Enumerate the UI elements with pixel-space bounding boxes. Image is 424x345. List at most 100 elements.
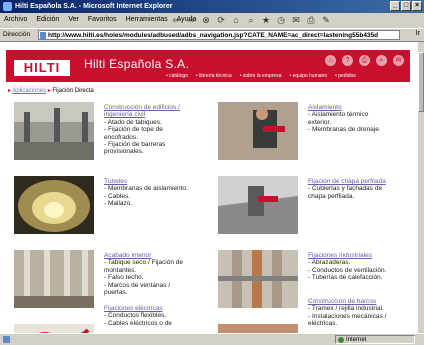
- category-aislamiento: Aislamiento - Aislamiento térmico exteri…: [308, 104, 381, 134]
- breadcrumb-link[interactable]: Aplicaciones: [12, 88, 46, 94]
- mail-icon[interactable]: ✉: [393, 55, 404, 66]
- category-title[interactable]: Construcción de barcos: [308, 298, 386, 305]
- category-item: chapa perfilada.: [308, 192, 355, 200]
- nav-equipo[interactable]: • equipo humano: [289, 73, 327, 79]
- edit-icon[interactable]: ✎: [320, 14, 332, 26]
- category-acabado: Acabado interior - Tabique seco / Fijaci…: [104, 252, 183, 296]
- category-item: - Cables eléctricos o de: [104, 319, 172, 327]
- category-title[interactable]: Aislamiento: [308, 104, 381, 111]
- menu-herramientas[interactable]: Herramientas: [126, 16, 168, 23]
- menu-favoritos[interactable]: Favoritos: [88, 16, 117, 23]
- category-item: - Cables.: [104, 192, 131, 200]
- nav-pedidos[interactable]: • pedidos: [335, 73, 356, 79]
- vertical-scrollbar[interactable]: [418, 42, 424, 333]
- tunnel-image[interactable]: [14, 176, 94, 234]
- industrial-fixing-image[interactable]: [218, 250, 298, 308]
- breadcrumb-current: Fijación Directa: [52, 88, 94, 94]
- category-electricas: Fijaciones eléctricas - Conductos flexib…: [104, 305, 172, 327]
- category-item: - Conductos de ventilación.: [308, 266, 387, 274]
- go-button[interactable]: Ir: [416, 30, 420, 37]
- insulation-image[interactable]: [218, 102, 298, 160]
- category-item: - Falso techo.: [104, 274, 144, 282]
- category-title[interactable]: Fijaciones eléctricas: [104, 305, 172, 312]
- category-item: - Instalaciones mecánicas /: [308, 312, 387, 320]
- category-title[interactable]: Fijación de chapa perfilada: [308, 178, 386, 185]
- category-item: - Tabique seco / Fijación de: [104, 259, 184, 267]
- help-icon[interactable]: ?: [342, 55, 353, 66]
- history-icon[interactable]: ◷: [275, 14, 287, 26]
- search-icon[interactable]: ⌕: [376, 55, 387, 66]
- page-done-icon: [3, 336, 10, 343]
- print-icon[interactable]: ⎙: [305, 14, 317, 26]
- nav-catalogo[interactable]: • catálogo: [166, 73, 188, 79]
- category-industriales: Fijaciones industriales - Abrazaderas. -…: [308, 252, 386, 282]
- globe-icon: [338, 337, 344, 343]
- nav-empresa[interactable]: • sobre la empresa: [240, 73, 282, 79]
- shipbuilding-image[interactable]: [218, 324, 298, 333]
- zone-label: Internet: [346, 337, 367, 343]
- interior-finish-image[interactable]: [14, 250, 94, 308]
- home-icon[interactable]: ⌂: [325, 55, 336, 66]
- electrical-image[interactable]: [14, 324, 94, 333]
- window-title: Hilti Española S.A. - Microsoft Internet…: [15, 3, 173, 10]
- scrollbar-thumb[interactable]: [418, 52, 424, 112]
- category-item: - Membranas de aislamiento.: [104, 185, 188, 193]
- page-icon: [40, 32, 46, 39]
- category-item: - Cubiertas y fachadas de: [308, 185, 383, 193]
- address-bar: Dirección http://www.hilti.es/holes/modu…: [0, 28, 424, 42]
- category-construccion: Construcción de edificios / ingeniería c…: [104, 104, 180, 156]
- category-barcos: Construcción de barcos - Tramex / rejill…: [308, 298, 386, 328]
- menu-ver[interactable]: Ver: [68, 16, 79, 23]
- category-item: encofrados.: [104, 133, 138, 141]
- ie-icon: [3, 2, 12, 11]
- home-icon[interactable]: ⌂: [230, 14, 242, 26]
- category-item: - Mallazo.: [104, 200, 133, 208]
- site-header: HILTI Hilti Española S.A. ⌂ ? ⎙ ⌕ ✉ • ca…: [6, 50, 410, 82]
- category-item: - Fijación de tope de: [104, 126, 163, 134]
- address-input[interactable]: http://www.hilti.es/holes/modules/adbuse…: [38, 30, 400, 40]
- category-item: puertas.: [104, 289, 128, 297]
- category-item: - Conductos flexibles.: [104, 312, 167, 320]
- back-icon[interactable]: ⇦: [170, 14, 182, 26]
- print-icon[interactable]: ⎙: [359, 55, 370, 66]
- address-label: Dirección: [3, 31, 31, 38]
- category-title[interactable]: ingeniería civil: [104, 111, 180, 118]
- category-item: - Marcos de ventanas /: [104, 281, 171, 289]
- profiled-sheet-image[interactable]: [218, 176, 298, 234]
- maximize-button[interactable]: □: [401, 1, 411, 11]
- category-title[interactable]: Construcción de edificios /: [104, 104, 180, 111]
- category-title[interactable]: Túneles: [104, 178, 188, 185]
- hilti-logo[interactable]: HILTI: [14, 60, 70, 76]
- category-item: eléctricas.: [308, 320, 338, 328]
- menu-archivo[interactable]: Archivo: [4, 16, 27, 23]
- toolbar: ⇦ ⇨ ⊗ ⟳ ⌂ ⌕ ★ ◷ ✉ ⎙ ✎: [170, 14, 332, 26]
- forward-icon[interactable]: ⇨: [185, 14, 197, 26]
- title-bar: Hilti Española S.A. - Microsoft Internet…: [0, 0, 424, 13]
- category-item: montantes.: [104, 266, 137, 274]
- stop-icon[interactable]: ⊗: [200, 14, 212, 26]
- page-content: HILTI Hilti Española S.A. ⌂ ? ⎙ ⌕ ✉ • ca…: [0, 42, 418, 333]
- category-item: - Tuberías de calefacción.: [308, 274, 383, 282]
- nav-libreria[interactable]: • librería técnica: [196, 73, 232, 79]
- close-button[interactable]: ×: [412, 1, 422, 11]
- construction-image[interactable]: [14, 102, 94, 160]
- category-chapa: Fijación de chapa perfilada - Cubiertas …: [308, 178, 386, 200]
- minimize-button[interactable]: _: [390, 1, 400, 11]
- category-item: - Membranas de drenaje.: [308, 126, 381, 134]
- browser-window: Hilti Española S.A. - Microsoft Internet…: [0, 0, 424, 345]
- category-item: - Fijación de barreras: [104, 141, 166, 149]
- menu-edicion[interactable]: Edición: [36, 16, 59, 23]
- category-title[interactable]: Acabado interior: [104, 252, 183, 259]
- site-title: Hilti Española S.A.: [84, 57, 190, 71]
- search-icon[interactable]: ⌕: [245, 14, 257, 26]
- favorites-icon[interactable]: ★: [260, 14, 272, 26]
- refresh-icon[interactable]: ⟳: [215, 14, 227, 26]
- category-item: exterior.: [308, 118, 332, 126]
- mail-icon[interactable]: ✉: [290, 14, 302, 26]
- menu-bar: Archivo Edición Ver Favoritos Herramient…: [0, 13, 424, 28]
- category-item: - Atado de tabiques.: [104, 118, 162, 126]
- bullet-icon: ▸: [47, 88, 51, 94]
- status-bar: Internet: [0, 333, 424, 345]
- category-title[interactable]: Fijaciones industriales: [308, 252, 386, 259]
- category-tuneles: Túneles - Membranas de aislamiento. - Ca…: [104, 178, 188, 208]
